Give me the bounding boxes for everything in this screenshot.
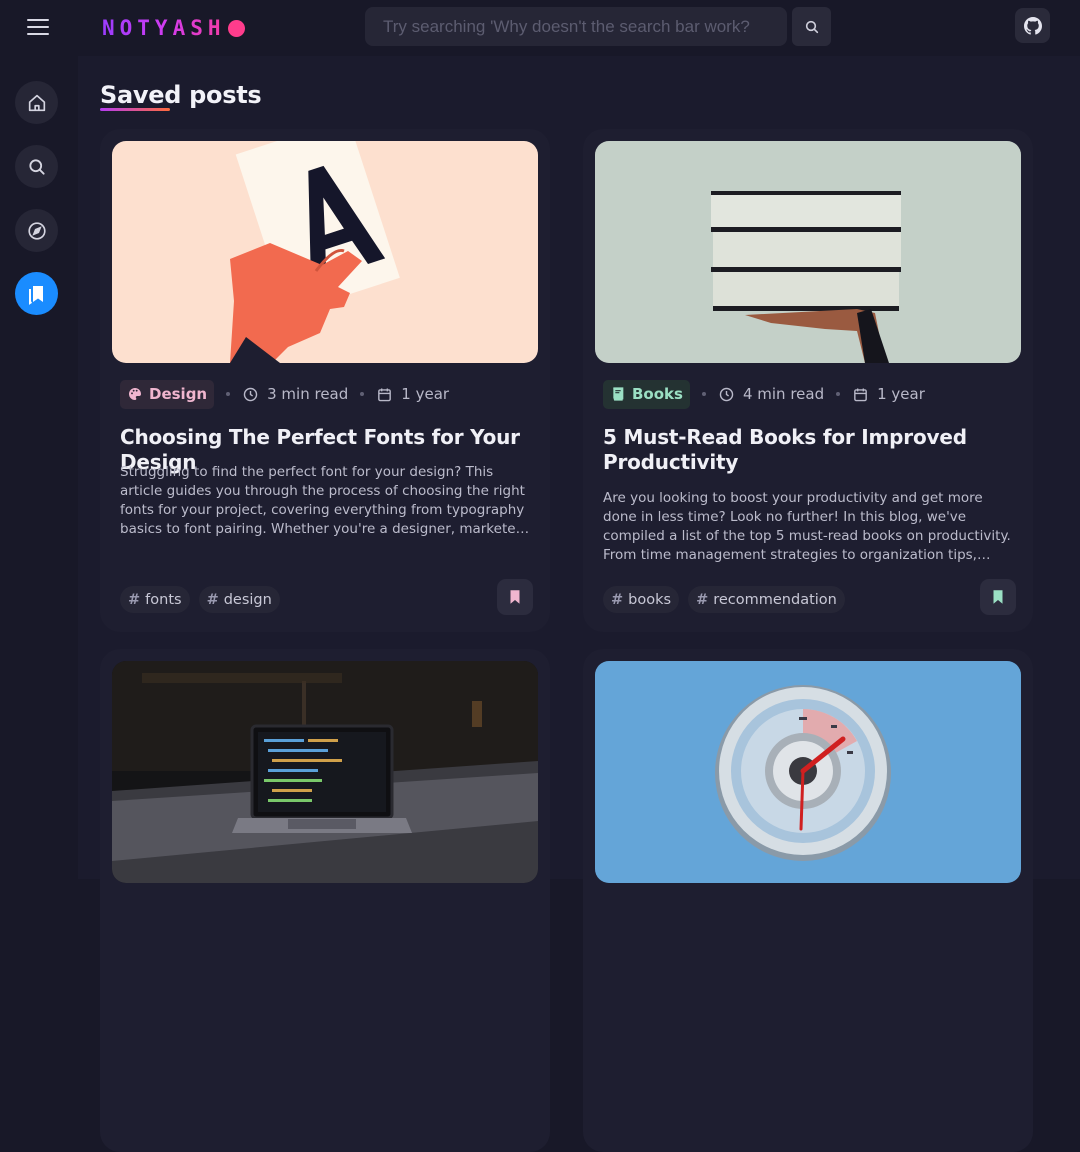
top-bar: NOTYASH <box>0 0 1080 56</box>
sidebar-item-search[interactable] <box>15 145 58 188</box>
search-input[interactable] <box>365 7 787 46</box>
post-card[interactable] <box>100 649 550 1152</box>
hash-icon: # <box>128 591 141 608</box>
calendar-icon <box>378 387 392 401</box>
tag-chip[interactable]: # recommendation <box>688 586 845 613</box>
age-label: 1 year <box>401 385 450 403</box>
github-button[interactable] <box>1015 8 1050 43</box>
post-image <box>595 661 1021 883</box>
post-image <box>112 141 538 363</box>
page-title: Saved posts <box>100 81 262 109</box>
post-meta: Books 4 min read 1 year <box>603 379 925 409</box>
remove-bookmark-button[interactable] <box>980 579 1016 615</box>
tag-list: # fonts # design <box>120 586 280 613</box>
read-time: 3 min read <box>242 385 348 403</box>
tag-label: recommendation <box>713 591 837 608</box>
separator-dot <box>360 392 365 396</box>
separator-dot <box>226 392 231 396</box>
hash-icon: # <box>696 591 709 608</box>
separator-dot <box>701 392 706 396</box>
tag-chip[interactable]: # books <box>603 586 680 613</box>
separator-dot <box>836 392 841 396</box>
sidebar-item-home[interactable] <box>15 81 58 124</box>
compass-icon <box>27 221 46 240</box>
bookmark-icon <box>993 590 1003 604</box>
hash-icon: # <box>206 591 219 608</box>
age-label: 1 year <box>877 385 925 403</box>
post-description: Are you looking to boost your productivi… <box>603 490 1011 563</box>
category-badge[interactable]: Design <box>120 379 215 409</box>
logo-text: NOTYASH <box>102 16 226 40</box>
clock-icon <box>243 387 258 401</box>
search-icon <box>805 20 818 33</box>
post-title[interactable]: 5 Must-Read Books for Improved Productiv… <box>603 425 1023 475</box>
post-image <box>595 141 1021 363</box>
search-button[interactable] <box>792 7 831 46</box>
post-image <box>112 661 538 883</box>
post-age: 1 year <box>852 385 925 403</box>
bookmark-icon <box>510 590 520 604</box>
book-icon <box>613 387 624 401</box>
title-underline <box>100 108 170 111</box>
category-badge[interactable]: Books <box>603 379 690 409</box>
clock-icon <box>719 387 734 401</box>
read-time-label: 3 min read <box>267 385 349 403</box>
post-age: 1 year <box>376 385 449 403</box>
site-logo[interactable]: NOTYASH <box>102 14 245 42</box>
tag-label: books <box>628 591 672 608</box>
post-card[interactable]: Design 3 min read 1 year Choosing The Pe… <box>100 129 550 632</box>
calendar-icon <box>854 387 867 401</box>
post-description: Struggling to find the perfect font for … <box>120 464 526 537</box>
hamburger-menu-icon[interactable] <box>20 12 56 42</box>
sidebar <box>0 56 78 879</box>
tag-list: # books # recommendation <box>603 586 845 613</box>
palette-icon <box>128 388 141 400</box>
tag-label: fonts <box>145 591 182 608</box>
read-time-label: 4 min read <box>742 385 825 403</box>
tag-chip[interactable]: # design <box>198 586 280 613</box>
home-icon <box>28 94 45 111</box>
category-label: Design <box>149 385 208 403</box>
post-card[interactable]: Books 4 min read 1 year 5 Must-Read Book… <box>583 129 1033 632</box>
search-icon <box>28 158 45 175</box>
tag-chip[interactable]: # fonts <box>120 586 190 613</box>
post-meta: Design 3 min read 1 year <box>120 379 449 409</box>
post-card[interactable] <box>583 649 1033 1152</box>
github-icon <box>1023 16 1042 35</box>
bookmarks-icon <box>28 285 43 305</box>
read-time: 4 min read <box>718 385 824 403</box>
remove-bookmark-button[interactable] <box>497 579 533 615</box>
hash-icon: # <box>611 591 624 608</box>
sidebar-item-explore[interactable] <box>15 209 58 252</box>
logo-smiley-icon <box>227 19 245 37</box>
category-label: Books <box>632 385 683 403</box>
sidebar-item-saved[interactable] <box>15 272 58 315</box>
tag-label: design <box>223 591 272 608</box>
main-content: Saved posts Design 3 min read 1 year Cho… <box>78 56 1080 1152</box>
